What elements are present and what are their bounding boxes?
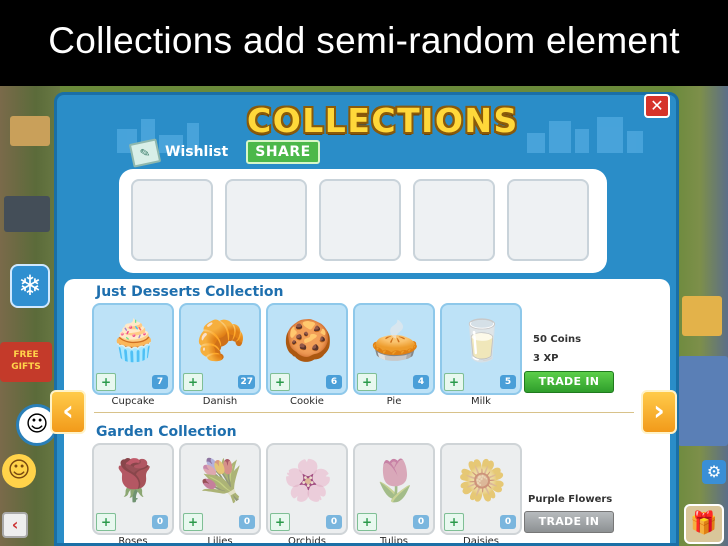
left-corner-button[interactable]: ‹ — [2, 512, 28, 538]
lily-icon: 💐 — [196, 458, 246, 504]
add-to-wishlist-icon[interactable]: + — [444, 513, 464, 531]
cupcake-icon: 🧁 — [109, 318, 159, 364]
orchid-icon: 🌸 — [283, 458, 333, 504]
item-name: Danish — [202, 396, 238, 407]
smiley-icon[interactable]: ☺ — [2, 454, 36, 488]
trade-in-button[interactable]: TRADE IN — [524, 511, 614, 533]
item-name: Daisies — [463, 536, 499, 546]
free-gifts-button[interactable]: FREE GIFTS — [0, 342, 52, 382]
add-to-wishlist-icon[interactable]: + — [96, 513, 116, 531]
collection-divider — [94, 412, 634, 413]
snowflake-icon[interactable]: ❄ — [10, 264, 50, 308]
collection-item-orchids[interactable]: 🌸 + 0 — [266, 443, 348, 535]
gift-box-icon[interactable]: 🎁 — [684, 504, 724, 544]
item-count: 7 — [152, 375, 168, 389]
add-to-wishlist-icon[interactable]: + — [357, 373, 377, 391]
collection-title: Garden Collection — [96, 424, 237, 440]
item-name: Pie — [386, 396, 402, 407]
collection-item-lilies[interactable]: 💐 + 0 — [179, 443, 261, 535]
collection-item-pie[interactable]: 🥧 + 4 — [353, 303, 435, 395]
train-engine — [4, 196, 50, 232]
wishlist-slot[interactable] — [225, 179, 307, 261]
collection-item-daisies[interactable]: 🌼 + 0 — [440, 443, 522, 535]
item-count: 27 — [238, 375, 255, 389]
item-count: 0 — [239, 515, 255, 529]
item-count: 0 — [152, 515, 168, 529]
dialog-title: COLLECTIONS — [247, 101, 519, 140]
add-to-wishlist-icon[interactable]: + — [357, 513, 377, 531]
item-name: Milk — [471, 396, 491, 407]
building-right — [682, 296, 722, 336]
item-count: 4 — [413, 375, 429, 389]
collection-item-tulips[interactable]: 🌷 + 0 — [353, 443, 435, 535]
share-button[interactable]: SHARE — [246, 140, 320, 164]
wishlist-slot[interactable] — [131, 179, 213, 261]
wishlist-label: Wishlist — [165, 144, 229, 160]
item-name: Lilies — [207, 536, 233, 546]
reward-xp: 3 XP — [533, 353, 559, 364]
collection-item-milk[interactable]: 🥛 + 5 — [440, 303, 522, 395]
item-name: Orchids — [288, 536, 326, 546]
reward-item: Purple Flowers — [528, 494, 613, 505]
collection-title: Just Desserts Collection — [96, 284, 284, 300]
reward-coins: 50 Coins — [533, 334, 582, 345]
gear-icon[interactable]: ⚙ — [702, 460, 726, 484]
item-count: 6 — [326, 375, 342, 389]
collection-item-cupcake[interactable]: 🧁 + 7 — [92, 303, 174, 395]
item-count: 5 — [500, 375, 516, 389]
item-name: Tulips — [379, 536, 409, 546]
wishlist-panel — [119, 169, 607, 273]
collections-list: Just Desserts Collection 🧁 + 7 🥐 + 27 🍪 … — [64, 279, 670, 546]
danish-icon: 🥐 — [196, 318, 246, 364]
item-name: Cupcake — [111, 396, 155, 407]
slide-title: Collections add semi-random element — [48, 20, 680, 61]
item-count: 0 — [500, 515, 516, 529]
add-to-wishlist-icon[interactable]: + — [183, 373, 203, 391]
collection-item-cookie[interactable]: 🍪 + 6 — [266, 303, 348, 395]
add-to-wishlist-icon[interactable]: + — [270, 373, 290, 391]
wishlist-slot[interactable] — [413, 179, 495, 261]
add-to-wishlist-icon[interactable]: + — [444, 373, 464, 391]
trade-in-button[interactable]: TRADE IN — [524, 371, 614, 393]
wishlist-icon: ✎ — [128, 138, 162, 168]
daisy-icon: 🌼 — [457, 458, 507, 504]
building-left — [10, 116, 50, 146]
close-icon[interactable]: ✕ — [644, 94, 670, 118]
item-count: 0 — [413, 515, 429, 529]
add-to-wishlist-icon[interactable]: + — [183, 513, 203, 531]
collections-dialog: COLLECTIONS ✎ Wishlist SHARE Just Desser… — [54, 92, 679, 546]
item-count: 0 — [326, 515, 342, 529]
collection-item-danish[interactable]: 🥐 + 27 — [179, 303, 261, 395]
collection-item-roses[interactable]: 🌹 + 0 — [92, 443, 174, 535]
wishlist-slot[interactable] — [507, 179, 589, 261]
pie-icon: 🥧 — [370, 318, 420, 364]
item-name: Cookie — [290, 396, 324, 407]
slide-header: Collections add semi-random element — [0, 0, 728, 86]
wishlist-slot[interactable] — [319, 179, 401, 261]
item-name: Roses — [118, 536, 148, 546]
add-to-wishlist-icon[interactable]: + — [270, 513, 290, 531]
cookie-icon: 🍪 — [283, 318, 333, 364]
previous-arrow-button[interactable]: ‹ — [50, 390, 86, 434]
milk-icon: 🥛 — [457, 318, 507, 364]
add-to-wishlist-icon[interactable]: + — [96, 373, 116, 391]
tulip-icon: 🌷 — [370, 458, 420, 504]
next-arrow-button[interactable]: › — [641, 390, 677, 434]
rose-icon: 🌹 — [109, 458, 159, 504]
building-right-tall — [678, 356, 728, 446]
